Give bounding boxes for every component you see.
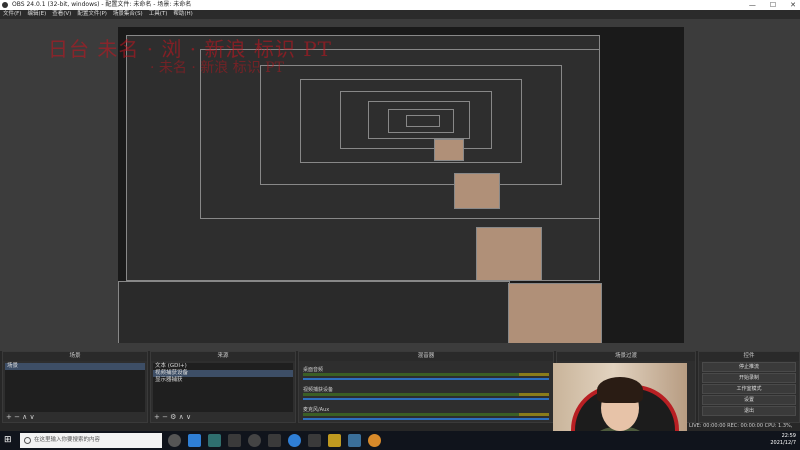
menu-scene-collection[interactable]: 场景集合(S) xyxy=(113,10,143,19)
studio-mode-button[interactable]: 工作室模式 xyxy=(702,384,796,394)
title-bar: OBS 24.0.1 (32-bit, windows) - 配置文件: 未命名… xyxy=(0,0,800,10)
volume-meter xyxy=(303,393,549,396)
menu-edit[interactable]: 编辑(E) xyxy=(27,10,46,19)
stop-streaming-button[interactable]: 停止推流 xyxy=(702,362,796,372)
game-icon[interactable] xyxy=(328,434,341,447)
clock-time[interactable]: 22:59 xyxy=(770,433,796,440)
source-item[interactable]: 显示器捕获 xyxy=(153,377,293,384)
status-bar: LIVE: 00:00:00 REC: 00:00:00 CPU: 1.3%, … xyxy=(689,423,793,439)
edge-icon[interactable] xyxy=(188,434,201,447)
obs-app-icon xyxy=(2,2,8,8)
volume-slider[interactable] xyxy=(303,398,549,400)
clock-date[interactable]: 2021/12/7 xyxy=(770,440,796,447)
preview-area[interactable]: 日台 未名 · 浏 · 新浪 标识 PT · 未名 · 新浪 标识 PT xyxy=(0,19,800,351)
nested-webcam-4 xyxy=(434,139,464,161)
transitions-dock-title: 场景过渡 xyxy=(557,352,695,361)
task-view-icon[interactable] xyxy=(168,434,181,447)
nested-docks xyxy=(118,281,510,343)
menu-profile[interactable]: 配置文件(P) xyxy=(77,10,107,19)
sources-dock-title: 来源 xyxy=(151,352,295,361)
search-icon xyxy=(24,437,31,444)
sources-toolbar[interactable]: + − ⚙ ∧ ∨ xyxy=(154,413,191,421)
volume-slider[interactable] xyxy=(303,378,549,380)
menu-view[interactable]: 查看(V) xyxy=(52,10,71,19)
system-tray: 22:59 2021/12/7 xyxy=(770,433,796,447)
recursive-frame-8 xyxy=(406,115,440,127)
nested-webcam-2 xyxy=(476,227,542,281)
mixer-dock: 混音器 桌面音频 视频捕获设备 麦克风/Aux xyxy=(298,351,554,423)
app-icon[interactable] xyxy=(268,434,281,447)
source-item[interactable]: 视频捕获设备 xyxy=(153,370,293,377)
browser-icon[interactable] xyxy=(288,434,301,447)
maximize-icon[interactable]: ☐ xyxy=(770,0,776,10)
sources-dock: 来源 文本 (GDI+) 视频捕获设备 显示器捕获 + − ⚙ ∧ ∨ xyxy=(150,351,296,423)
volume-meter xyxy=(303,413,549,416)
menu-tools[interactable]: 工具(T) xyxy=(149,10,168,19)
overlay-text-line2: · 未名 · 新浪 标识 PT xyxy=(150,60,284,76)
menu-help[interactable]: 帮助(H) xyxy=(173,10,192,19)
source-item[interactable]: 文本 (GDI+) xyxy=(153,363,293,370)
volume-meter xyxy=(303,373,549,376)
volume-slider[interactable] xyxy=(303,418,549,420)
menu-file[interactable]: 文件(F) xyxy=(3,10,21,19)
scenes-toolbar[interactable]: + − ∧ ∨ xyxy=(6,413,35,421)
scene-item[interactable]: 场景 xyxy=(5,363,145,370)
mixer-channel: 桌面音频 xyxy=(303,366,549,382)
mixer-body: 桌面音频 视频捕获设备 麦克风/Aux xyxy=(301,364,551,426)
nested-webcam-3 xyxy=(454,173,500,209)
controls-dock-title: 控件 xyxy=(699,352,799,361)
taskbar-search[interactable]: 在这里输入你要搜索的内容 xyxy=(20,433,162,448)
controls-dock: 控件 停止推流 开始录制 工作室模式 设置 退出 xyxy=(698,351,800,423)
taskbar-icons xyxy=(168,434,381,447)
xbox-icon[interactable] xyxy=(208,434,221,447)
window-title: OBS 24.0.1 (32-bit, windows) - 配置文件: 未命名… xyxy=(12,1,192,8)
exit-button[interactable]: 退出 xyxy=(702,406,796,416)
close-icon[interactable]: ✕ xyxy=(790,0,796,10)
scenes-dock: 场景 场景 + − ∧ ∨ xyxy=(2,351,148,423)
bird-icon[interactable] xyxy=(368,434,381,447)
obs-icon[interactable] xyxy=(248,434,261,447)
mixer-dock-title: 混音器 xyxy=(299,352,553,361)
menu-bar: 文件(F) 编辑(E) 查看(V) 配置文件(P) 场景集合(S) 工具(T) … xyxy=(0,10,800,19)
scenes-dock-title: 场景 xyxy=(3,352,147,361)
nested-webcam xyxy=(508,283,602,343)
taskbar: ⊞ 在这里输入你要搜索的内容 22:59 2021/12/7 xyxy=(0,431,800,450)
explorer-icon[interactable] xyxy=(308,434,321,447)
windows-start-icon[interactable]: ⊞ xyxy=(4,436,13,445)
sources-list[interactable]: 文本 (GDI+) 视频捕获设备 显示器捕获 xyxy=(153,363,293,412)
mixer-channel: 视频捕获设备 xyxy=(303,386,549,402)
mountain-icon[interactable] xyxy=(348,434,361,447)
settings-button[interactable]: 设置 xyxy=(702,395,796,405)
minimize-icon[interactable]: — xyxy=(749,0,756,10)
taskbar-search-placeholder: 在这里输入你要搜索的内容 xyxy=(34,437,101,443)
wechat-icon[interactable] xyxy=(228,434,241,447)
mixer-channel: 麦克风/Aux xyxy=(303,406,549,422)
window-controls: — ☐ ✕ xyxy=(749,0,796,10)
person-hair xyxy=(597,377,643,403)
scenes-list[interactable]: 场景 xyxy=(5,363,145,412)
start-recording-button[interactable]: 开始录制 xyxy=(702,373,796,383)
